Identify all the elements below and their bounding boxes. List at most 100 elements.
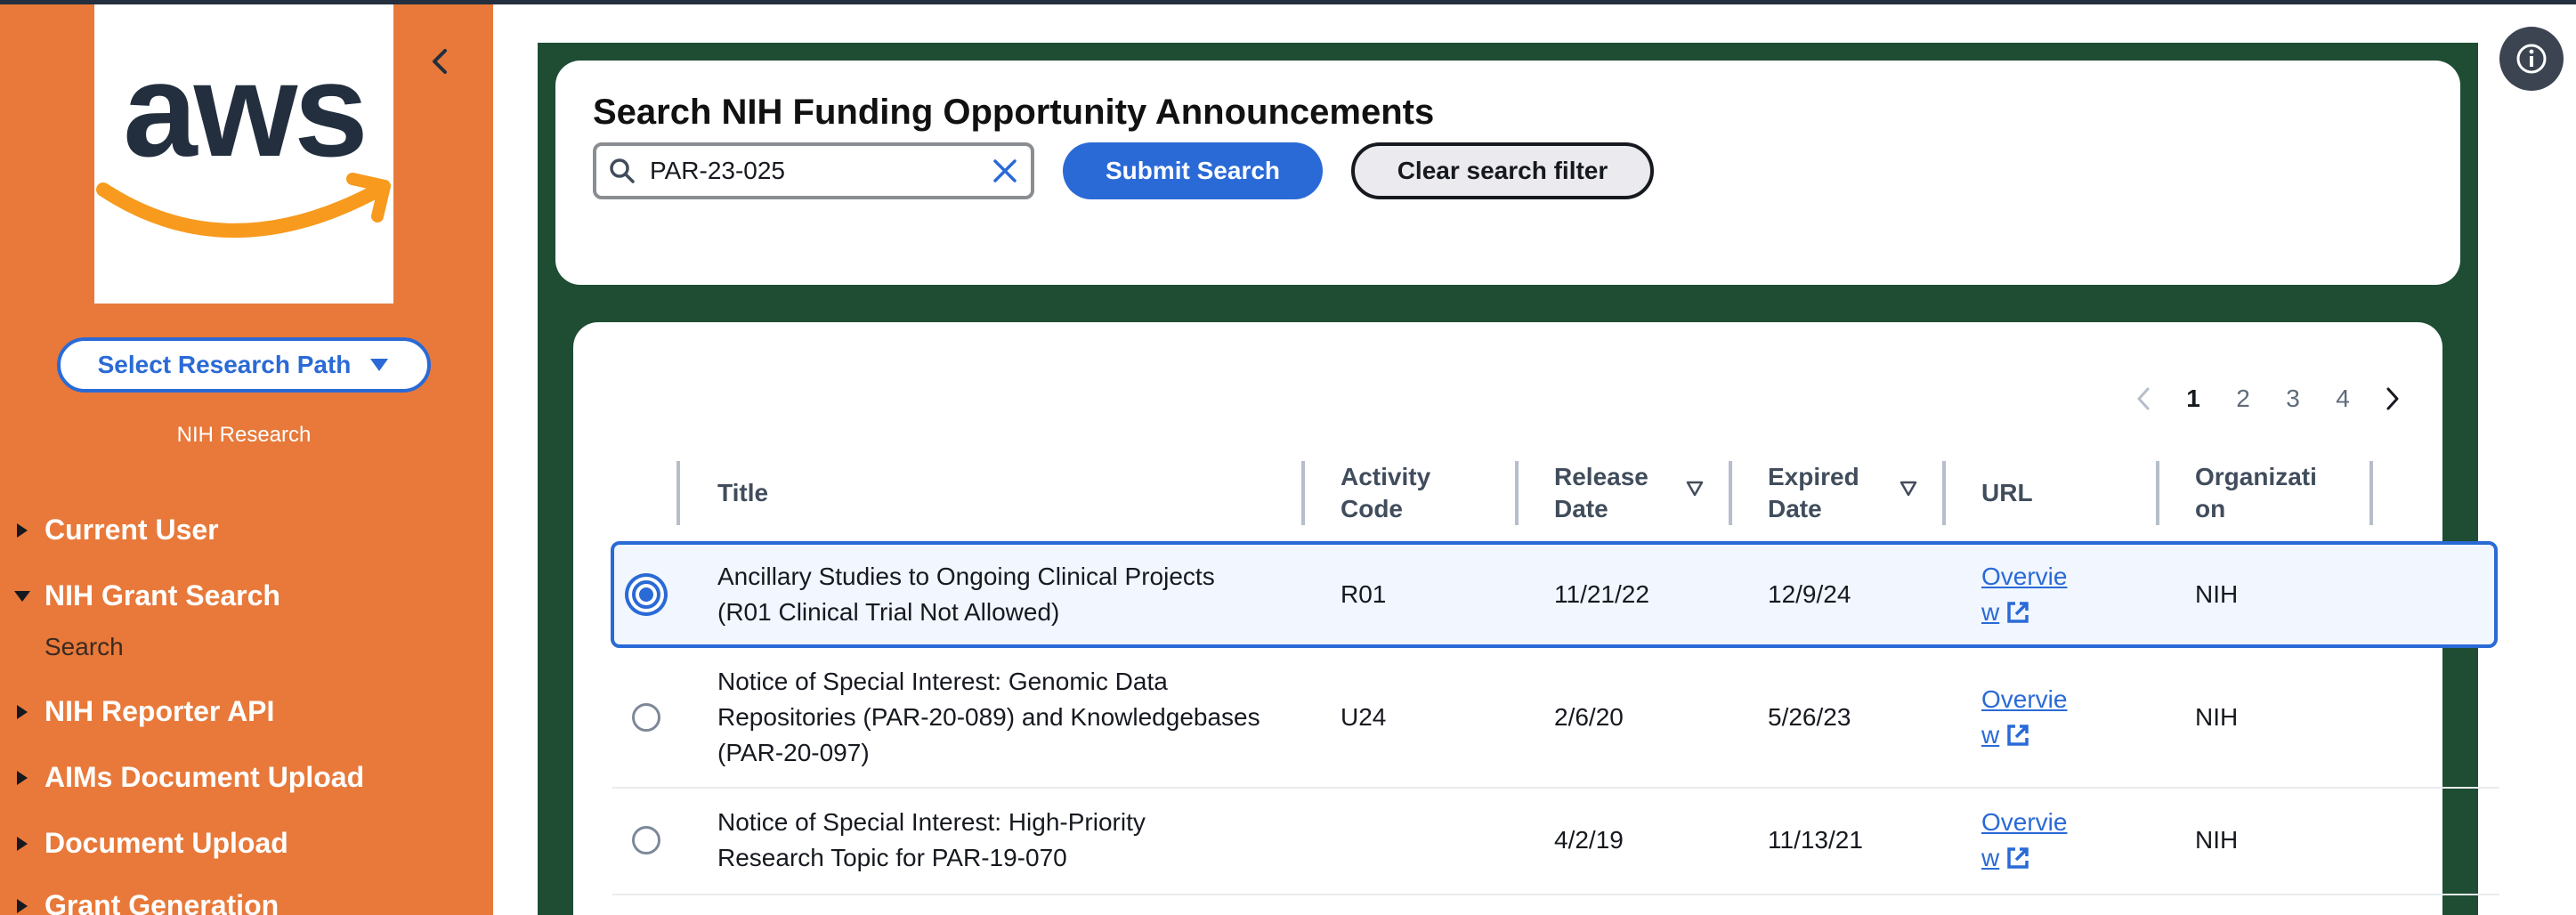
row-activity-code: U24: [1341, 703, 1387, 731]
row-radio[interactable]: [632, 826, 660, 854]
sidebar-item-document-upload[interactable]: Document Upload: [12, 827, 288, 860]
link-text[interactable]: w: [1981, 840, 1999, 876]
row-url-link[interactable]: Overvie w: [1981, 682, 2067, 753]
column-divider[interactable]: [2156, 461, 2159, 525]
caret-down-icon: [14, 590, 30, 602]
row-divider: [612, 787, 2499, 789]
row-title: Ancillary Studies to Ongoing Clinical Pr…: [717, 559, 1215, 630]
chevron-right-icon: [2386, 387, 2399, 410]
row-expired-date: 12/9/24: [1768, 580, 1851, 608]
caret-right-icon: [17, 704, 28, 719]
title-line: (PAR-20-097): [717, 739, 870, 766]
svg-text:aws: aws: [123, 35, 365, 184]
page-2-button[interactable]: 2: [2218, 385, 2268, 413]
row-radio[interactable]: [632, 580, 660, 609]
submit-search-button[interactable]: Submit Search: [1063, 142, 1323, 199]
header-line: Organizati: [2195, 463, 2317, 490]
row-release-date: 2/6/20: [1554, 703, 1624, 731]
next-page-button[interactable]: [2368, 386, 2418, 411]
sidebar: aws Select Research Path NIH Research Cu…: [0, 4, 493, 915]
row-organization: NIH: [2195, 826, 2239, 854]
search-field[interactable]: [593, 142, 1034, 199]
info-button[interactable]: [2499, 27, 2564, 91]
aws-logo: aws: [94, 4, 393, 304]
external-link-icon: [2007, 847, 2029, 869]
row-url-link[interactable]: Overvie w: [1981, 559, 2067, 630]
sort-caret-icon[interactable]: [1686, 481, 1704, 497]
sidebar-item-label: Document Upload: [45, 827, 288, 859]
column-header-release-date[interactable]: Release Date: [1554, 461, 1648, 525]
link-text[interactable]: w: [1981, 717, 1999, 753]
link-text[interactable]: Overvie: [1981, 805, 2067, 840]
column-header-activity-code[interactable]: Activity Code: [1341, 461, 1430, 525]
info-icon: [2516, 44, 2547, 74]
page-1-button[interactable]: 1: [2168, 385, 2218, 413]
caret-right-icon: [17, 522, 28, 538]
column-divider[interactable]: [1729, 461, 1732, 525]
sidebar-item-label: NIH Reporter API: [45, 695, 275, 727]
collapse-sidebar-button[interactable]: [422, 44, 458, 79]
row-organization: NIH: [2195, 580, 2239, 608]
column-divider: [676, 461, 680, 525]
aws-logo-icon: aws: [96, 35, 391, 238]
row-divider: [612, 894, 2499, 895]
research-path-caption: NIH Research: [176, 423, 312, 447]
select-research-path-button[interactable]: Select Research Path: [57, 337, 431, 393]
column-divider[interactable]: [1301, 461, 1305, 525]
header-line: Activity: [1341, 463, 1431, 490]
link-text[interactable]: Overvie: [1981, 682, 2067, 717]
page-title: Search NIH Funding Opportunity Announcem…: [593, 93, 1435, 132]
row-title: Notice of Special Interest: Genomic Data…: [717, 664, 1260, 771]
sidebar-item-grant-generation[interactable]: Grant Generation: [12, 889, 279, 915]
row-radio[interactable]: [632, 703, 660, 732]
sidebar-item-label: Grant Generation: [45, 889, 279, 915]
row-title: Notice of Special Interest: High-Priorit…: [717, 805, 1146, 876]
page-3-button[interactable]: 3: [2268, 385, 2318, 413]
sidebar-item-current-user[interactable]: Current User: [12, 514, 219, 547]
caret-right-icon: [17, 770, 28, 785]
header-line: Date: [1554, 495, 1608, 522]
link-text[interactable]: Overvie: [1981, 559, 2067, 595]
column-divider[interactable]: [2369, 461, 2373, 525]
chevron-left-icon: [433, 49, 447, 74]
column-header-title[interactable]: Title: [717, 477, 768, 509]
row-url-link[interactable]: Overvie w: [1981, 805, 2067, 876]
external-link-icon: [2007, 725, 2029, 746]
row-expired-date: 11/13/21: [1768, 826, 1863, 854]
close-icon[interactable]: [992, 158, 1018, 184]
caret-down-icon: [370, 359, 389, 371]
row-release-date: 11/21/22: [1554, 580, 1649, 608]
column-divider[interactable]: [1942, 461, 1946, 525]
title-line: Repositories (PAR-20-089) and Knowledgeb…: [717, 703, 1260, 731]
sidebar-item-nih-grant-search[interactable]: NIH Grant Search: [12, 579, 280, 612]
sidebar-item-label: Current User: [45, 514, 219, 546]
search-input[interactable]: [650, 157, 977, 185]
link-text[interactable]: w: [1981, 595, 1999, 630]
title-line: Ancillary Studies to Ongoing Clinical Pr…: [717, 563, 1215, 590]
sidebar-item-label: NIH Grant Search: [45, 579, 280, 611]
title-line: Notice of Special Interest: High-Priorit…: [717, 808, 1146, 836]
clear-search-filter-button[interactable]: Clear search filter: [1351, 142, 1654, 199]
header-line: Date: [1768, 495, 1822, 522]
sort-caret-icon[interactable]: [1900, 481, 1917, 497]
page-4-button[interactable]: 4: [2318, 385, 2368, 413]
previous-page-button[interactable]: [2118, 386, 2168, 411]
caret-right-icon: [17, 898, 28, 913]
title-line: Research Topic for PAR-19-070: [717, 844, 1067, 871]
sidebar-item-nih-reporter-api[interactable]: NIH Reporter API: [12, 695, 274, 728]
column-header-organization[interactable]: Organizati on: [2195, 461, 2317, 525]
column-header-expired-date[interactable]: Expired Date: [1768, 461, 1859, 525]
pagination: 1 2 3 4: [2118, 385, 2418, 413]
sidebar-item-aims-document-upload[interactable]: AIMs Document Upload: [12, 761, 364, 794]
title-line: Notice of Special Interest: Genomic Data: [717, 668, 1168, 695]
header-line: on: [2195, 495, 2226, 522]
column-divider[interactable]: [1515, 461, 1519, 525]
column-header-url[interactable]: URL: [1981, 477, 2033, 509]
sidebar-subitem-search[interactable]: Search: [45, 633, 124, 661]
row-expired-date: 5/26/23: [1768, 703, 1851, 731]
header-line: Release: [1554, 463, 1648, 490]
title-line: (R01 Clinical Trial Not Allowed): [717, 598, 1060, 626]
caret-right-icon: [17, 836, 28, 851]
row-release-date: 4/2/19: [1554, 826, 1624, 854]
select-research-path-label: Select Research Path: [97, 351, 352, 378]
